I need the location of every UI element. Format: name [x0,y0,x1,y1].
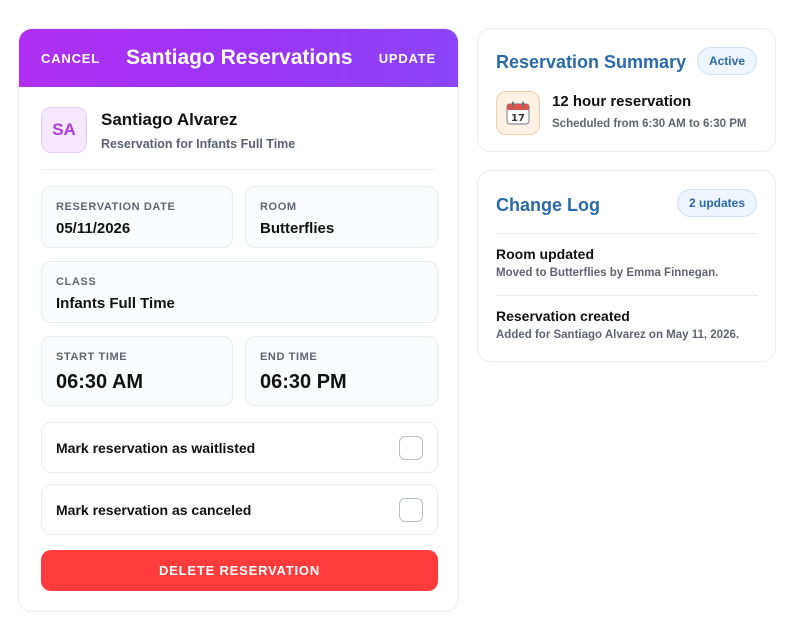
start-time-label: START TIME [56,351,128,363]
delete-reservation-button[interactable]: DELETE RESERVATION [41,550,438,591]
end-time-label: END TIME [260,351,318,363]
updates-badge: 2 updates [676,189,757,217]
summary-heading: 12 hour reservation [552,93,692,110]
calendar-icon: 17 [496,91,540,135]
summary-detail: Scheduled from 6:30 AM to 6:30 PM [552,118,747,130]
reservation-date-value: 05/11/2026 [56,220,131,237]
reservation-editor-card: CANCEL Santiago Reservations UPDATE SA S… [18,28,459,612]
reservation-date-field[interactable]: RESERVATION DATE 05/11/2026 [41,186,233,248]
waitlisted-row[interactable]: Mark reservation as waitlisted [41,422,438,473]
divider [41,169,437,170]
reservation-description: Reservation for Infants Full Time [101,137,296,151]
child-name: Santiago Alvarez [101,110,238,129]
log-entry-detail: Added for Santiago Alvarez on May 11, 20… [496,329,740,341]
start-time-field[interactable]: START TIME 06:30 AM [41,336,233,406]
end-time-value: 06:30 PM [260,371,347,393]
update-button[interactable]: UPDATE [379,51,436,66]
canceled-checkbox[interactable] [399,497,423,522]
start-time-value: 06:30 AM [56,371,144,393]
end-time-field[interactable]: END TIME 06:30 PM [245,336,438,406]
page-title: Santiago Reservations [126,46,353,69]
divider [496,295,758,296]
canceled-label: Mark reservation as canceled [56,501,252,518]
room-value: Butterflies [260,220,335,237]
waitlisted-label: Mark reservation as waitlisted [56,439,256,456]
canceled-row[interactable]: Mark reservation as canceled [41,484,438,535]
class-label: CLASS [56,276,97,288]
summary-title: Reservation Summary [496,52,687,72]
change-log-card: Change Log 2 updates Room updated Moved … [477,170,776,362]
divider [496,233,758,234]
room-field[interactable]: ROOM Butterflies [245,186,438,248]
calendar-day: 17 [511,113,525,124]
class-value: Infants Full Time [56,295,175,312]
reservation-date-label: RESERVATION DATE [56,201,176,213]
waitlisted-checkbox[interactable] [399,435,423,460]
log-entry-detail: Moved to Butterflies by Emma Finnegan. [496,267,719,279]
child-info: SA Santiago Alvarez Reservation for Infa… [41,107,437,169]
class-field[interactable]: CLASS Infants Full Time [41,261,438,323]
cancel-button[interactable]: CANCEL [41,51,100,66]
log-entry-title: Room updated [496,246,594,262]
status-badge: Active [696,47,757,75]
change-log-title: Change Log [496,195,600,215]
log-entry-title: Reservation created [496,308,630,324]
reservation-summary-card: Reservation Summary Active 17 12 hour re… [477,28,776,152]
calendar-icon-graphic: 17 [506,101,530,125]
room-label: ROOM [260,201,297,213]
avatar: SA [41,107,87,153]
editor-header: CANCEL Santiago Reservations UPDATE [19,29,458,87]
